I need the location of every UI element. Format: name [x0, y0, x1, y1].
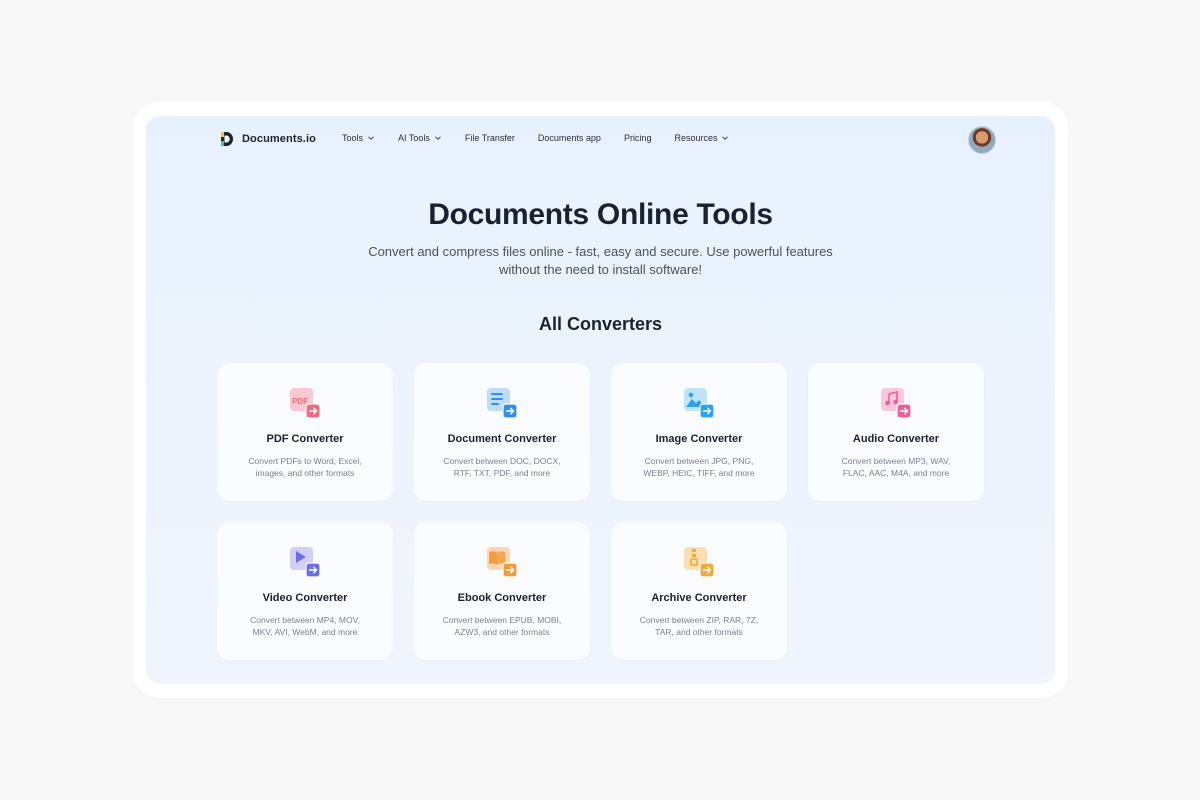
- chevron-down-icon: [435, 136, 441, 140]
- converter-title: Archive Converter: [651, 592, 747, 604]
- nav-item-ai-tools[interactable]: AI Tools: [398, 133, 442, 143]
- converter-card-image-converter[interactable]: Image Converter Convert between JPG, PNG,…: [611, 363, 787, 501]
- document-icon: [487, 388, 518, 419]
- book-icon: [487, 547, 518, 578]
- nav-item-label: Documents app: [537, 133, 601, 143]
- documents-logo-icon: [221, 132, 233, 146]
- converter-title: Document Converter: [447, 433, 557, 445]
- archive-icon: [684, 547, 715, 578]
- chevron-down-icon: [722, 136, 729, 140]
- user-avatar[interactable]: [968, 126, 996, 154]
- video-icon: [290, 547, 321, 578]
- nav-item-label: Pricing: [623, 133, 652, 143]
- svg-text:PDF: PDF: [292, 397, 308, 406]
- pdf-icon: PDF: [290, 388, 321, 419]
- nav-item-label: Resources: [674, 133, 718, 143]
- converter-title: Video Converter: [262, 592, 348, 604]
- converter-description: Convert between DOC, DOCX, RTF, TXT, PDF…: [443, 456, 561, 478]
- converter-card-document-converter[interactable]: Document Converter Convert between DOC, D…: [414, 363, 590, 501]
- converter-card-audio-converter[interactable]: Audio Converter Convert between MP3, WAV,…: [808, 363, 984, 501]
- converter-title: Image Converter: [655, 433, 743, 445]
- browser-viewport: Documents.io Tools AI Tools File Transfer D…: [146, 116, 1055, 684]
- page-subtitle: Convert and compress files online - fast…: [368, 244, 833, 277]
- converter-description: Convert between EPUB, MOBI, AZW3, and ot…: [442, 615, 562, 637]
- converter-card-archive-converter[interactable]: Archive Converter Convert between ZIP, RA…: [611, 522, 787, 660]
- converter-description: Convert between JPG, PNG, WEBP, HEIC, TI…: [643, 456, 755, 478]
- music-icon: [881, 388, 912, 419]
- converter-title: Audio Converter: [852, 433, 940, 445]
- nav-item-documents-app[interactable]: Documents app: [538, 133, 601, 143]
- converter-description: Convert PDFs to Word, Excel, images, and…: [248, 456, 362, 478]
- converter-card-pdf-converter[interactable]: PDF PDF Converter Convert PDFs to Word, Ex…: [217, 363, 393, 501]
- nav-item-label: AI Tools: [398, 133, 430, 143]
- converter-card-video-converter[interactable]: Video Converter Convert between MP4, MOV,…: [217, 522, 393, 660]
- brand-name: Documents.io: [242, 133, 316, 145]
- section-title: All Converters: [538, 314, 663, 334]
- converter-description: Convert between ZIP, RAR, 7Z, TAR, and o…: [639, 615, 759, 637]
- nav-item-tools[interactable]: Tools: [342, 133, 375, 143]
- converter-title: PDF Converter: [266, 433, 344, 445]
- converter-description: Convert between MP4, MOV, MKV, AVI, WebM…: [250, 615, 360, 637]
- converter-description: Convert between MP3, WAV, FLAC, AAC, M4A…: [841, 456, 951, 478]
- converter-title: Ebook Converter: [457, 592, 547, 604]
- nav-item-label: File Transfer: [464, 133, 515, 143]
- brand-logo[interactable]: Documents.io: [220, 131, 316, 147]
- image-icon: [684, 388, 715, 419]
- chevron-down-icon: [368, 136, 374, 140]
- page-title: Documents Online Tools: [428, 198, 773, 231]
- nav-item-file-transfer[interactable]: File Transfer: [465, 133, 515, 143]
- main-nav: Tools AI Tools File Transfer Documents app P…: [342, 133, 729, 143]
- nav-item-label: Tools: [342, 133, 364, 143]
- converter-card-ebook-converter[interactable]: Ebook Converter Convert between EPUB, MOB…: [414, 522, 590, 660]
- nav-item-resources[interactable]: Resources: [674, 133, 729, 143]
- nav-item-pricing[interactable]: Pricing: [624, 133, 652, 143]
